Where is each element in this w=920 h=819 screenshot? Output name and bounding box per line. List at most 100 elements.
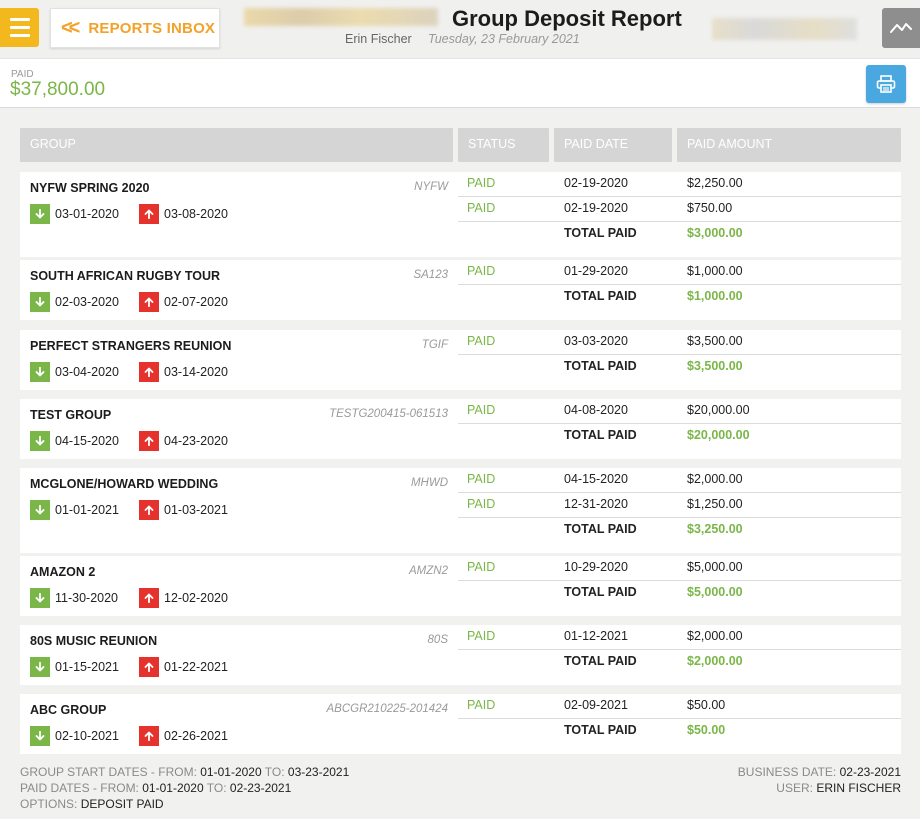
column-header-group[interactable]: GROUP: [20, 128, 453, 162]
group-dates: 02-10-2021 02-26-2021: [30, 726, 228, 746]
payment-status: PAID: [467, 560, 496, 574]
group-end-date: 02-07-2020: [164, 295, 228, 309]
total-amount: $2,000.00: [687, 654, 743, 668]
arrow-up-icon: [139, 204, 159, 224]
payment-row: PAID 03-03-2020 $3,500.00: [458, 330, 901, 355]
total-amount: $1,000.00: [687, 289, 743, 303]
payment-date: 02-19-2020: [564, 201, 628, 215]
footer-group-start-dates: GROUP START DATES - FROM: 01-01-2020 TO:…: [20, 765, 350, 779]
footer-user: USER: ERIN FISCHER: [776, 781, 901, 795]
footer-options: OPTIONS: DEPOSIT PAID: [20, 797, 164, 811]
group-start-date: 11-30-2020: [55, 591, 119, 605]
payment-row: PAID 12-31-2020 $1,250.00: [458, 493, 901, 518]
group-end-date: 01-03-2021: [164, 503, 228, 517]
menu-button[interactable]: [0, 8, 39, 47]
arrow-down-icon: [30, 292, 50, 312]
double-chevron-left-icon: <<: [61, 17, 80, 39]
payment-row: PAID 02-19-2020 $2,250.00: [458, 172, 901, 197]
total-row: TOTAL PAID $3,500.00: [458, 355, 901, 380]
arrow-up-icon: [139, 292, 159, 312]
group-dates: 03-04-2020 03-14-2020: [30, 362, 228, 382]
group-start-date: 04-15-2020: [55, 434, 119, 448]
total-row: TOTAL PAID $3,250.00: [458, 518, 901, 543]
group-card: 80S MUSIC REUNION 80S 01-15-2021 01-22-2021…: [20, 625, 901, 685]
redacted-logo: [712, 18, 857, 40]
column-header-paid-date[interactable]: PAID DATE: [554, 128, 672, 162]
payment-row: PAID 01-12-2021 $2,000.00: [458, 625, 901, 650]
group-start-date: 01-01-2021: [55, 503, 119, 517]
payment-amount: $3,500.00: [687, 334, 743, 348]
paid-total: $37,800.00: [10, 79, 106, 100]
total-amount: $3,250.00: [687, 522, 743, 536]
total-label: TOTAL PAID: [564, 428, 637, 442]
payment-amount: $1,250.00: [687, 497, 743, 511]
column-header-status[interactable]: STATUS: [458, 128, 549, 162]
group-dates: 04-15-2020 04-23-2020: [30, 431, 228, 451]
group-end-date: 02-26-2021: [164, 729, 228, 743]
arrow-up-icon: [139, 726, 159, 746]
total-amount: $3,500.00: [687, 359, 743, 373]
group-start-date: 02-10-2021: [55, 729, 119, 743]
total-amount: $20,000.00: [687, 428, 750, 442]
group-name: AMAZON 2: [30, 565, 96, 579]
group-card: PERFECT STRANGERS REUNION TGIF 03-04-2020 0…: [20, 330, 901, 390]
group-dates: 01-15-2021 01-22-2021: [30, 657, 228, 677]
group-dates: 02-03-2020 02-07-2020: [30, 292, 228, 312]
print-button[interactable]: [866, 65, 906, 103]
group-name: MCGLONE/HOWARD WEDDING: [30, 477, 219, 491]
payment-status: PAID: [467, 264, 496, 278]
group-end-date: 03-08-2020: [164, 207, 228, 221]
footer-meta: BUSINESS DATE: 02-23-2021 USER: ERIN FIS…: [738, 764, 901, 796]
payment-amount: $750.00: [687, 201, 733, 215]
group-name: NYFW SPRING 2020: [30, 181, 150, 195]
report-date: Tuesday, 23 February 2021: [428, 32, 580, 46]
footer-paid-dates: PAID DATES - FROM: 01-01-2020 TO: 02-23-…: [20, 781, 292, 795]
group-start-date: 01-15-2021: [55, 660, 119, 674]
payment-date: 04-15-2020: [564, 472, 628, 486]
payment-date: 10-29-2020: [564, 560, 628, 574]
payment-status: PAID: [467, 472, 496, 486]
column-header-paid-amount[interactable]: PAID AMOUNT: [677, 128, 901, 162]
total-label: TOTAL PAID: [564, 723, 637, 737]
payment-row: PAID 02-09-2021 $50.00: [458, 694, 901, 719]
payment-date: 01-12-2021: [564, 629, 628, 643]
group-code: 80S: [427, 634, 448, 646]
group-name: PERFECT STRANGERS REUNION: [30, 339, 232, 353]
printer-icon: [876, 75, 896, 93]
total-row: TOTAL PAID $1,000.00: [458, 285, 901, 310]
group-start-date: 03-04-2020: [55, 365, 119, 379]
group-start-date: 03-01-2020: [55, 207, 119, 221]
chart-button[interactable]: [882, 8, 920, 48]
hamburger-icon: [9, 18, 30, 21]
group-name: ABC GROUP: [30, 703, 107, 717]
summary-bar: PAID $37,800.00: [0, 58, 920, 108]
group-dates: 01-01-2021 01-03-2021: [30, 500, 228, 520]
payment-status: PAID: [467, 497, 496, 511]
reports-inbox-button[interactable]: << REPORTS INBOX: [50, 8, 220, 48]
redacted-company-name: [244, 8, 438, 26]
payment-date: 12-31-2020: [564, 497, 628, 511]
group-card: NYFW SPRING 2020 NYFW 03-01-2020 03-08-2020…: [20, 172, 901, 257]
arrow-up-icon: [139, 500, 159, 520]
payment-status: PAID: [467, 629, 496, 643]
total-row: TOTAL PAID $20,000.00: [458, 424, 901, 449]
payment-amount: $1,000.00: [687, 264, 743, 278]
reports-inbox-label: REPORTS INBOX: [88, 19, 216, 37]
group-name: 80S MUSIC REUNION: [30, 634, 158, 648]
group-code: SA123: [413, 269, 448, 281]
arrow-down-icon: [30, 362, 50, 382]
payment-date: 02-09-2021: [564, 698, 628, 712]
footer-business-date: BUSINESS DATE: 02-23-2021: [737, 765, 901, 779]
arrow-up-icon: [139, 431, 159, 451]
arrow-up-icon: [139, 657, 159, 677]
total-amount: $3,000.00: [687, 226, 743, 240]
payment-status: PAID: [467, 403, 496, 417]
group-name: TEST GROUP: [30, 408, 112, 422]
group-card: SOUTH AFRICAN RUGBY TOUR SA123 02-03-2020 0…: [20, 260, 901, 320]
payment-amount: $5,000.00: [687, 560, 743, 574]
group-code: NYFW: [414, 181, 448, 193]
payment-amount: $2,000.00: [687, 629, 743, 643]
arrow-up-icon: [139, 588, 159, 608]
payment-date: 04-08-2020: [564, 403, 628, 417]
report-user: Erin Fischer: [345, 32, 412, 46]
